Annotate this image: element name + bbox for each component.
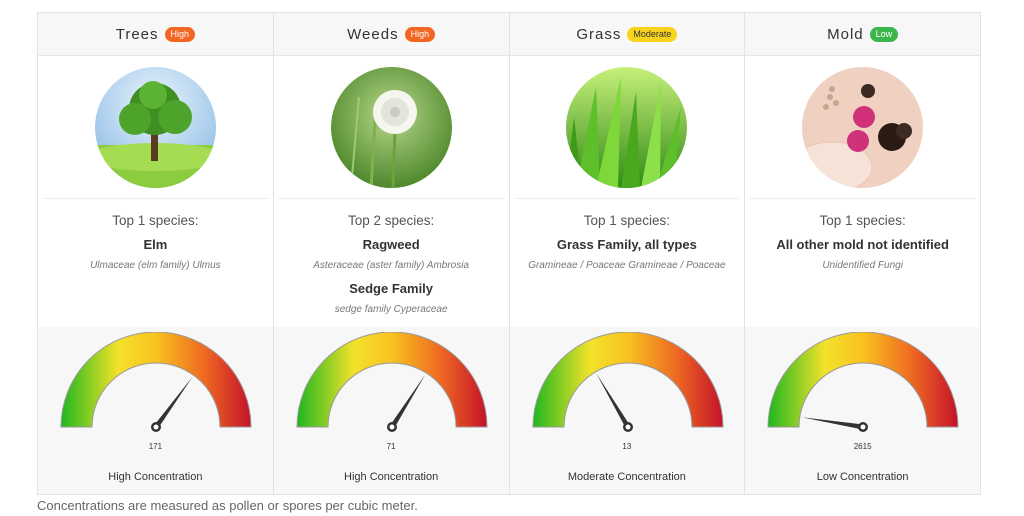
concentration-label: High Concentration [344, 471, 439, 483]
species-scientific-name: Unidentified Fungi [822, 260, 903, 271]
gauge-arc [767, 332, 959, 428]
category-header: Mold Low [745, 13, 980, 56]
species-section: Top 1 species: Grass Family, all types G… [509, 199, 745, 329]
category-image-area [513, 56, 741, 199]
category-name: Trees [115, 25, 159, 43]
pollen-grid: Trees High Top 1 species: Elm Ulmaceae (… [37, 12, 981, 495]
grass-photo [566, 66, 688, 188]
column-grass: Grass Moderate Top 1 species: Grass Fami… [509, 13, 746, 494]
species-name: Sedge Family [349, 281, 434, 296]
footnote: Concentrations are measured as pollen or… [37, 498, 418, 513]
dandelion-photo [330, 66, 452, 188]
top-species-label: Top 1 species: [112, 213, 199, 228]
concentration-label: Low Concentration [816, 471, 909, 483]
gauge-needle [153, 376, 193, 429]
gauge-arc [531, 332, 724, 428]
category-name: Weeds [347, 25, 399, 43]
concentration-gauge [60, 332, 252, 432]
category-name: Mold [827, 25, 864, 43]
category-image-area [42, 56, 269, 199]
level-badge: Low [869, 26, 899, 42]
species-scientific-name: Asteraceae (aster family) Ambrosia [313, 260, 470, 271]
gauge-value: 71 [386, 442, 396, 451]
species-scientific-name: Gramineae / Poaceae Gramineae / Poaceae [528, 260, 726, 271]
concentration-gauge [531, 332, 724, 432]
concentration-label: High Concentration [108, 471, 203, 483]
gauge-value: 2615 [853, 442, 872, 451]
tree-photo [94, 66, 216, 188]
gauge-section: 71 High Concentration [273, 327, 509, 494]
species-name: Ragweed [362, 237, 420, 252]
column-trees: Trees High Top 1 species: Elm Ulmaceae (… [38, 13, 274, 494]
category-header: Weeds High [273, 13, 509, 56]
gauge-pivot-center [625, 424, 630, 430]
species-section: Top 1 species: Elm Ulmaceae (elm family)… [38, 199, 273, 329]
species-section: Top 1 species: All other mold not identi… [745, 199, 980, 329]
gauge-arc [296, 332, 488, 428]
species-name: Grass Family, all types [556, 237, 697, 252]
gauge-value: 171 [148, 442, 163, 451]
concentration-gauge [767, 332, 959, 432]
category-image-area [277, 56, 505, 199]
gauge-section: 13 Moderate Concentration [509, 327, 745, 494]
gauge-pivot-center [389, 424, 395, 430]
category-header: Grass Moderate [509, 13, 745, 56]
species-section: Top 2 species: Ragweed Asteraceae (aster… [273, 199, 509, 329]
level-badge: Moderate [627, 26, 678, 42]
gauge-needle [802, 417, 864, 430]
top-species-label: Top 2 species: [347, 213, 435, 228]
category-name: Grass [576, 25, 622, 43]
column-weeds: Weeds High Top 2 species: Ragweed Astera… [273, 13, 510, 494]
gauge-needle [389, 374, 425, 429]
species-scientific-name: Ulmaceae (elm family) Ulmus [90, 260, 221, 271]
top-species-label: Top 1 species: [819, 213, 906, 228]
concentration-gauge [296, 332, 488, 432]
category-image-area [749, 56, 976, 199]
column-mold: Mold Low Top 1 species: All other mold n… [745, 13, 980, 494]
gauge-pivot-center [153, 424, 159, 430]
gauge-needle [595, 373, 630, 429]
mold-photo [802, 66, 924, 188]
category-header: Trees High [38, 13, 273, 56]
gauge-arc [60, 332, 252, 428]
species-scientific-name: sedge family Cyperaceae [334, 304, 448, 315]
gauge-section: 171 High Concentration [38, 327, 273, 494]
species-name: All other mold not identified [776, 237, 949, 252]
top-species-label: Top 1 species: [583, 213, 671, 228]
gauge-section: 2615 Low Concentration [745, 327, 980, 494]
level-badge: High [404, 26, 436, 42]
concentration-label: Moderate Concentration [567, 471, 686, 483]
species-name: Elm [143, 237, 168, 252]
gauge-pivot-center [860, 424, 866, 430]
gauge-value: 13 [622, 442, 632, 451]
level-badge: High [164, 26, 196, 42]
